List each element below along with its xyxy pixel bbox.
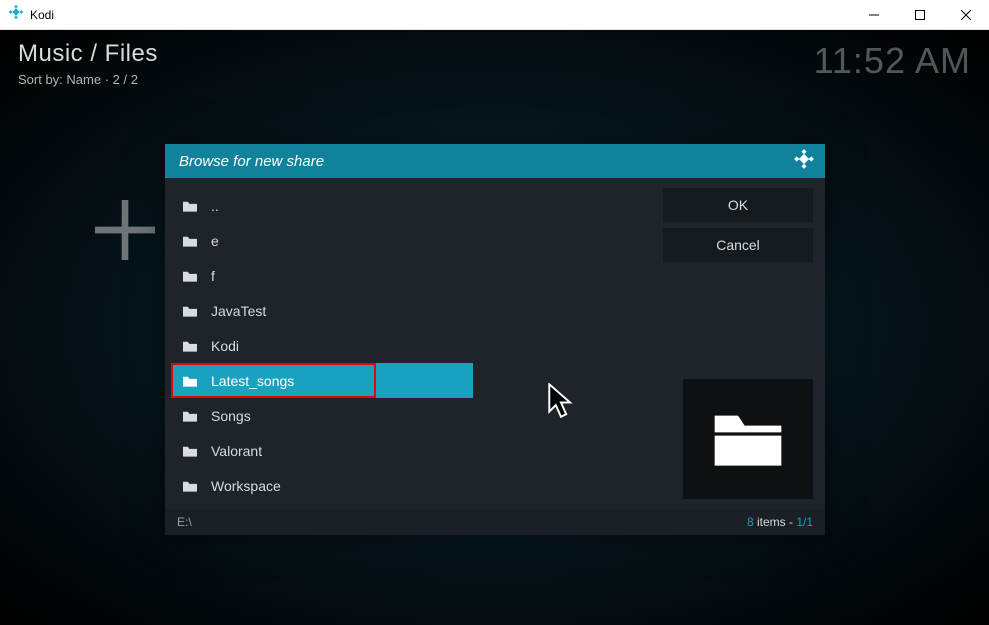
list-item[interactable]: Songs xyxy=(171,398,649,433)
minimize-button[interactable] xyxy=(851,0,897,30)
list-item[interactable]: f xyxy=(171,258,649,293)
list-item[interactable]: e xyxy=(171,223,649,258)
list-item-label: Latest_songs xyxy=(211,373,294,389)
breadcrumb: Music / Files xyxy=(18,40,158,68)
add-source-icon[interactable] xyxy=(85,190,165,270)
folder-icon xyxy=(181,444,199,458)
sort-line: Sort by: Name · 2 / 2 xyxy=(18,72,138,87)
list-item-label: Workspace xyxy=(211,478,281,494)
ok-button[interactable]: OK xyxy=(663,188,813,222)
list-item[interactable]: Workspace xyxy=(171,468,649,503)
footer-count: 8 items - 1/1 xyxy=(747,515,813,529)
dialog-footer: E:\ 8 items - 1/1 xyxy=(165,509,825,535)
clock: 11:52 AM xyxy=(814,40,971,82)
kodi-logo-icon xyxy=(8,4,24,25)
app-body: Music / Files Sort by: Name · 2 / 2 11:5… xyxy=(0,30,989,625)
folder-icon xyxy=(181,479,199,493)
cancel-button[interactable]: Cancel xyxy=(663,228,813,262)
dialog-title: Browse for new share xyxy=(179,153,324,170)
titlebar-left: Kodi xyxy=(0,4,54,25)
list-item[interactable]: .. xyxy=(171,188,649,223)
close-button[interactable] xyxy=(943,0,989,30)
dialog-header: Browse for new share xyxy=(165,144,825,178)
list-item[interactable]: Latest_songs xyxy=(171,363,376,398)
list-item-label: .. xyxy=(211,198,219,214)
folder-icon xyxy=(181,409,199,423)
folder-icon xyxy=(181,339,199,353)
list-item[interactable]: JavaTest xyxy=(171,293,649,328)
list-item-label: JavaTest xyxy=(211,303,266,319)
folder-icon xyxy=(181,304,199,318)
list-item-label: f xyxy=(211,268,215,284)
folder-icon xyxy=(181,374,199,388)
browse-dialog: Browse for new share .. e f xyxy=(165,144,825,535)
window-title: Kodi xyxy=(30,8,54,22)
list-item[interactable]: Kodi xyxy=(171,328,649,363)
footer-path: E:\ xyxy=(177,515,192,529)
list-item-label: Songs xyxy=(211,408,251,424)
dialog-side-column: OK Cancel xyxy=(663,188,813,503)
file-list: .. e f JavaTest Kodi xyxy=(171,188,649,503)
folder-preview xyxy=(683,379,813,499)
kodi-logo-icon xyxy=(793,148,815,175)
folder-icon xyxy=(181,234,199,248)
list-item-label: Valorant xyxy=(211,443,262,459)
maximize-button[interactable] xyxy=(897,0,943,30)
list-item[interactable]: Valorant xyxy=(171,433,649,468)
window-titlebar: Kodi xyxy=(0,0,989,30)
dialog-body: .. e f JavaTest Kodi xyxy=(165,178,825,509)
folder-icon xyxy=(181,199,199,213)
list-item-label: Kodi xyxy=(211,338,239,354)
folder-icon xyxy=(181,269,199,283)
list-item-label: e xyxy=(211,233,219,249)
window-controls xyxy=(851,0,989,30)
